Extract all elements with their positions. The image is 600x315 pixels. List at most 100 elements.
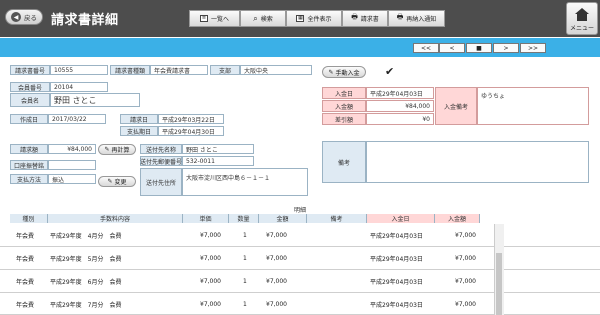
pager-next-button[interactable]: > xyxy=(493,43,519,53)
cell-type: 年会費 xyxy=(16,255,35,263)
created-label: 作成日 xyxy=(10,114,48,124)
table-row[interactable]: 年会費 平成29年度 6月分 会費 ¥7,000 1 ¥7,000 平成29年0… xyxy=(0,270,600,293)
cell-paid-date: 平成29年04月03日 xyxy=(370,232,423,240)
recalc-button[interactable]: ✎ 再計算 xyxy=(98,144,136,155)
pager-last-button[interactable]: >> xyxy=(520,43,546,53)
to-list-label: 一覧へ xyxy=(210,16,229,23)
pencil-icon: ✎ xyxy=(328,68,334,76)
recalc-label: 再計算 xyxy=(111,147,130,154)
cell-paid-date: 平成29年04月03日 xyxy=(370,301,423,309)
cell-amount: ¥7,000 xyxy=(266,300,287,308)
balance-field[interactable]: ¥0 xyxy=(366,113,434,125)
invoice-no-field[interactable]: 10555 xyxy=(50,65,108,75)
search-button[interactable]: ⌕ 検索 xyxy=(240,10,286,27)
back-arrow-icon: ◀ xyxy=(11,12,21,22)
printer-icon: 🖶 xyxy=(396,13,404,21)
branch-field[interactable]: 大阪中央 xyxy=(240,65,312,75)
invoice-print-label: 請求書 xyxy=(360,16,379,23)
paid-amount-label: 入金額 xyxy=(322,100,366,112)
col-type: 種別 xyxy=(10,214,48,223)
menu-label: メニュー xyxy=(569,25,594,32)
cell-amount: ¥7,000 xyxy=(266,277,287,285)
cell-amount: ¥7,000 xyxy=(266,231,287,239)
cell-quantity: 1 xyxy=(243,277,247,285)
printer-icon: 🖶 xyxy=(351,13,358,21)
detail-section-title: 明細 xyxy=(293,207,306,214)
member-name-field[interactable]: 野田 さとこ xyxy=(50,93,140,107)
pager-prev-button[interactable]: < xyxy=(439,43,465,53)
billing-date-field[interactable]: 平成29年03月22日 xyxy=(158,114,224,124)
show-all-label: 全件表示 xyxy=(307,16,332,23)
page-title: 請求書詳細 xyxy=(51,13,119,28)
pencil-icon: ✎ xyxy=(104,146,110,153)
invoice-print-button[interactable]: 🖶 請求書 xyxy=(342,10,388,27)
cell-paid-date: 平成29年04月03日 xyxy=(370,278,423,286)
cell-paid-amount: ¥7,000 xyxy=(455,300,476,308)
account-label: 口座振替銘 xyxy=(10,160,48,170)
remarks-field[interactable] xyxy=(366,141,589,183)
pager-first-button[interactable]: << xyxy=(413,43,439,53)
cell-type: 年会費 xyxy=(16,232,35,240)
cell-paid-amount: ¥7,000 xyxy=(455,277,476,285)
cell-unit-price: ¥7,000 xyxy=(200,277,221,285)
dest-zip-label: 送付先郵便番号 xyxy=(140,156,182,166)
paid-note-label: 入金備考 xyxy=(435,87,477,125)
billed-amount-label: 請求額 xyxy=(10,144,48,154)
cell-unit-price: ¥7,000 xyxy=(200,300,221,308)
manual-payment-label: 手動入金 xyxy=(335,69,360,77)
show-all-button[interactable]: ▦ 全件表示 xyxy=(286,10,342,27)
billing-date-label: 請求日 xyxy=(120,114,158,124)
invoice-type-field[interactable]: 年会費請求書 xyxy=(150,65,208,75)
col-paid-date: 入金日 xyxy=(367,214,435,223)
cell-unit-price: ¥7,000 xyxy=(200,254,221,262)
pager-current-button[interactable]: ■ xyxy=(466,43,492,53)
cell-type: 年会費 xyxy=(16,301,35,309)
search-label: 検索 xyxy=(260,16,273,23)
back-button-label: 戻る xyxy=(24,14,37,22)
dest-addr-field[interactable]: 大阪市淀川区西中島６－１－１ xyxy=(182,168,308,196)
manual-payment-button[interactable]: ✎ 手動入金 xyxy=(322,66,366,78)
dest-name-field[interactable]: 野田 さとこ xyxy=(182,144,254,154)
cell-paid-amount: ¥7,000 xyxy=(455,231,476,239)
change-button[interactable]: ✎ 変更 xyxy=(98,176,136,187)
due-date-field[interactable]: 平成29年04月30日 xyxy=(158,126,224,136)
invoice-type-label: 請求書種類 xyxy=(110,65,150,75)
account-field[interactable] xyxy=(48,160,96,170)
cell-content: 平成29年度 4月分 会費 xyxy=(50,232,122,240)
dest-addr-label: 送付先住所 xyxy=(140,168,182,196)
renotice-button[interactable]: 🖶 再納入通知 xyxy=(388,10,445,27)
to-list-button[interactable]: ≡ 一覧へ xyxy=(189,10,240,27)
cell-quantity: 1 xyxy=(243,300,247,308)
table-row[interactable]: 年会費 平成29年度 7月分 会費 ¥7,000 1 ¥7,000 平成29年0… xyxy=(0,293,600,315)
pay-method-field[interactable]: 振込 xyxy=(48,174,96,184)
cell-content: 平成29年度 5月分 会費 xyxy=(50,255,122,263)
cell-content: 平成29年度 7月分 会費 xyxy=(50,301,122,309)
member-no-field[interactable]: 20104 xyxy=(50,82,108,92)
cell-quantity: 1 xyxy=(243,231,247,239)
table-row[interactable]: 年会費 平成29年度 4月分 会費 ¥7,000 1 ¥7,000 平成29年0… xyxy=(0,224,600,247)
paid-date-field[interactable]: 平成29年04月03日 xyxy=(366,87,434,99)
paid-note-field[interactable]: ゆうちょ xyxy=(477,87,589,125)
pay-method-label: 支払方法 xyxy=(10,174,48,184)
due-date-label: 支払期日 xyxy=(120,126,158,136)
dest-zip-field[interactable]: 532-0011 xyxy=(182,156,254,166)
dest-name-label: 送付先名称 xyxy=(140,144,182,154)
billed-amount-field[interactable]: ¥84,000 xyxy=(48,144,96,154)
cell-paid-amount: ¥7,000 xyxy=(455,254,476,262)
member-name-label: 会員名 xyxy=(10,93,50,107)
balance-label: 差引額 xyxy=(322,113,366,125)
col-content: 手数料内容 xyxy=(48,214,183,223)
scrollbar-thumb[interactable] xyxy=(496,253,502,315)
paid-amount-field[interactable]: ¥84,000 xyxy=(366,100,434,112)
menu-button[interactable]: メニュー xyxy=(566,2,598,35)
remarks-label: 備考 xyxy=(322,141,366,183)
table-row[interactable]: 年会費 平成29年度 5月分 会費 ¥7,000 1 ¥7,000 平成29年0… xyxy=(0,247,600,270)
member-no-label: 会員番号 xyxy=(10,82,50,92)
col-remarks: 備考 xyxy=(307,214,367,223)
branch-label: 支部 xyxy=(210,65,240,75)
back-button[interactable]: ◀ 戻る xyxy=(5,9,43,25)
cell-content: 平成29年度 6月分 会費 xyxy=(50,278,122,286)
created-field[interactable]: 2017/03/22 xyxy=(48,114,106,124)
cell-type: 年会費 xyxy=(16,278,35,286)
home-icon xyxy=(575,8,589,21)
